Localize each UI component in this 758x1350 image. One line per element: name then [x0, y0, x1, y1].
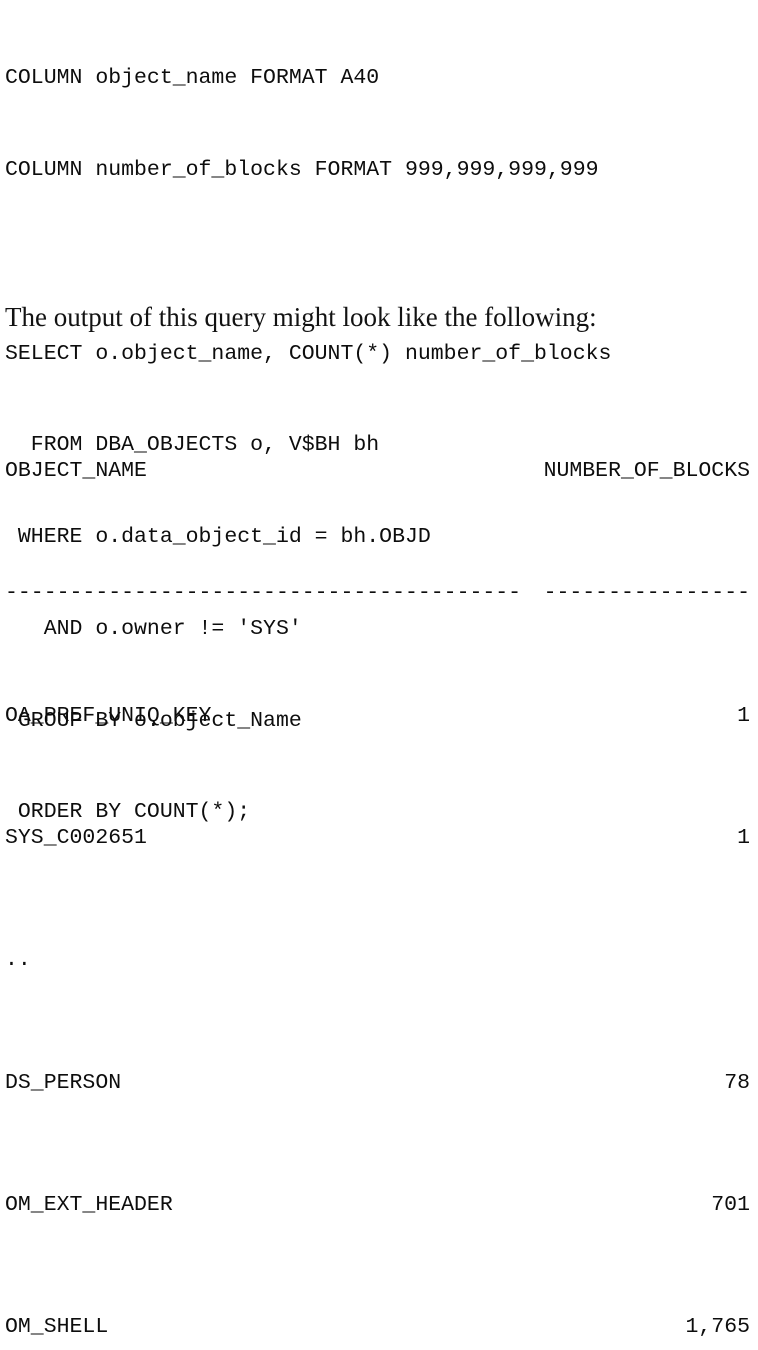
ellipsis-marker: ..	[5, 948, 31, 973]
cell-object-name: OM_EXT_HEADER	[5, 1193, 173, 1218]
cell-number-of-blocks: 1,765	[685, 1315, 750, 1340]
table-row: OM_EXT_HEADER 701	[5, 1190, 750, 1221]
cell-number-of-blocks: 78	[724, 1070, 750, 1095]
cell-number-of-blocks: 701	[711, 1193, 750, 1218]
cell-object-name: OM_SHELL	[5, 1315, 109, 1340]
cell-object-name: OA_PREF_UNIQ_KEY	[5, 703, 212, 728]
code-line: COLUMN number_of_blocks FORMAT 999,999,9…	[5, 157, 599, 182]
output-separator-row: ----------------------------------------…	[5, 578, 750, 609]
document-page: COLUMN object_name FORMAT A40 COLUMN num…	[0, 0, 758, 1339]
table-row: DS_PERSON 78	[5, 1068, 750, 1099]
query-output-listing: OBJECT_NAME NUMBER_OF_BLOCKS -----------…	[5, 364, 753, 1350]
column-header-object-name: OBJECT_NAME	[5, 458, 147, 483]
table-row: OM_SHELL 1,765	[5, 1312, 750, 1343]
cell-object-name: SYS_C002651	[5, 825, 147, 850]
column-header-number-of-blocks: NUMBER_OF_BLOCKS	[543, 458, 750, 483]
cell-number-of-blocks: 1	[737, 703, 750, 728]
table-row: SYS_C002651 1	[5, 823, 750, 854]
table-row: OA_PREF_UNIQ_KEY 1	[5, 701, 750, 732]
cell-number-of-blocks: 1	[737, 825, 750, 850]
output-caption: The output of this query might look like…	[5, 302, 597, 332]
separator-left: ----------------------------------------	[5, 581, 522, 606]
output-header-row: OBJECT_NAME NUMBER_OF_BLOCKS	[5, 456, 750, 487]
code-line: COLUMN object_name FORMAT A40	[5, 66, 380, 91]
separator-right: ----------------	[543, 581, 750, 606]
cell-object-name: DS_PERSON	[5, 1070, 122, 1095]
output-ellipsis-row: ..	[5, 945, 753, 976]
